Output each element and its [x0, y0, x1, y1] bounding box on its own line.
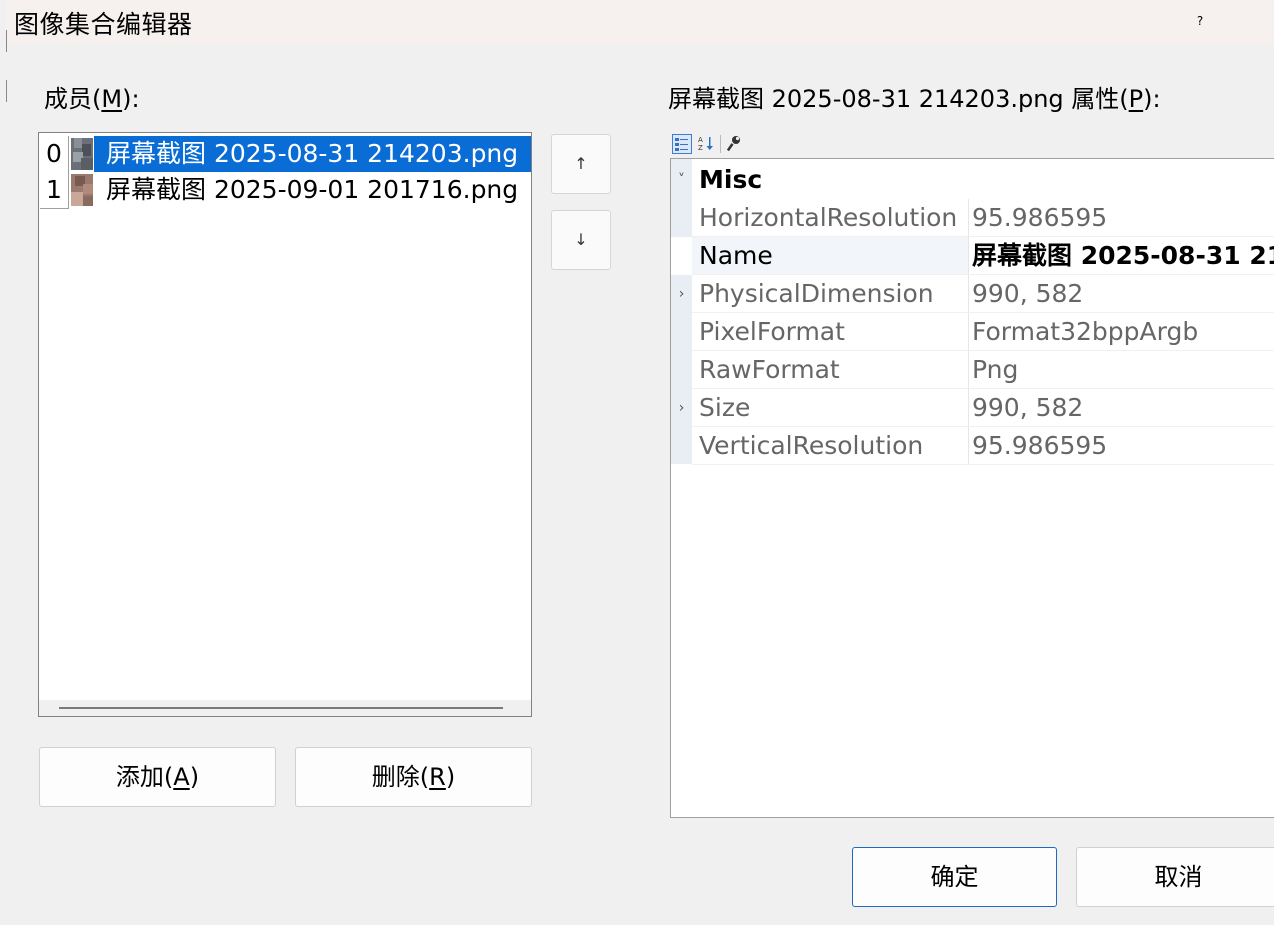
property-value[interactable]: 990, 582: [972, 275, 1083, 313]
property-name: VerticalResolution: [699, 431, 924, 460]
property-name: PixelFormat: [699, 317, 845, 346]
remove-button-accesskey: R: [429, 763, 446, 791]
item-name: 屏幕截图 2025-08-31 214203.png: [94, 136, 531, 172]
members-label-text: 成员(: [44, 85, 102, 113]
arrow-down-icon: ↓: [574, 230, 588, 249]
edge-artifact: [0, 30, 7, 52]
add-button-label: 添加(: [115, 763, 174, 791]
item-name: 屏幕截图 2025-09-01 201716.png: [106, 175, 519, 204]
property-value[interactable]: 95.986595: [972, 199, 1107, 237]
add-button[interactable]: 添加(A): [39, 747, 276, 807]
list-item[interactable]: 1 屏幕截图 2025-09-01 201716.png: [40, 172, 531, 210]
item-index: 1: [40, 172, 69, 209]
remove-button-label: 删除(: [371, 763, 430, 791]
arrow-up-icon: ↑: [574, 154, 588, 173]
properties-label-accesskey: P: [1128, 85, 1144, 113]
category-name: Misc: [699, 165, 763, 194]
add-button-suffix: ): [189, 763, 200, 791]
categorized-icon[interactable]: [672, 134, 692, 154]
column-divider: [968, 427, 969, 465]
property-name: Size: [699, 393, 751, 422]
property-row-physicaldimension[interactable]: › PhysicalDimension 990, 582: [671, 275, 1274, 313]
property-name: PhysicalDimension: [699, 279, 934, 308]
window-title: 图像集合编辑器: [14, 10, 193, 39]
property-grid[interactable]: ˅ Misc HorizontalResolution 95.986595 Na…: [670, 158, 1274, 818]
ok-button[interactable]: 确定: [852, 847, 1057, 907]
property-row-verticalresolution[interactable]: VerticalResolution 95.986595: [671, 427, 1274, 465]
property-value[interactable]: Format32bppArgb: [972, 313, 1198, 351]
svg-text:Z: Z: [698, 144, 703, 152]
property-value[interactable]: 屏幕截图 2025-08-31 214203.png: [972, 237, 1274, 275]
wrench-icon[interactable]: [724, 134, 744, 154]
cancel-button[interactable]: 取消: [1076, 847, 1274, 907]
properties-label: 屏幕截图 2025-08-31 214203.png 属性(P):: [668, 79, 1161, 114]
property-value[interactable]: 990, 582: [972, 389, 1083, 427]
property-row-size[interactable]: › Size 990, 582: [671, 389, 1274, 427]
property-row-pixelformat[interactable]: PixelFormat Format32bppArgb: [671, 313, 1274, 351]
properties-label-text: 屏幕截图 2025-08-31 214203.png 属性(: [668, 85, 1129, 113]
remove-button[interactable]: 删除(R): [295, 747, 532, 807]
column-divider: [968, 275, 969, 313]
column-divider: [968, 237, 969, 275]
members-listbox[interactable]: 0 屏幕截图 2025-08-31 214203.png 1 屏幕截图 2025…: [38, 132, 532, 717]
property-name: HorizontalResolution: [699, 203, 958, 232]
toolbar-separator: [720, 135, 721, 153]
list-item[interactable]: 0 屏幕截图 2025-08-31 214203.png: [40, 136, 531, 174]
property-name: Name: [699, 241, 773, 270]
property-row-rawformat[interactable]: RawFormat Png: [671, 351, 1274, 389]
collapse-chevron-icon[interactable]: ˅: [671, 161, 692, 199]
add-button-accesskey: A: [173, 763, 190, 791]
properties-label-suffix: ):: [1143, 85, 1161, 113]
svg-text:A: A: [698, 136, 703, 144]
row-divider: [692, 464, 1274, 465]
background-window-edge: [0, 0, 7, 925]
property-name: RawFormat: [699, 355, 840, 384]
category-row-misc[interactable]: ˅ Misc: [671, 161, 1274, 199]
property-row-name[interactable]: Name 屏幕截图 2025-08-31 214203.png: [671, 237, 1274, 275]
help-button[interactable]: ?: [1190, 10, 1210, 32]
image-collection-editor-dialog: 图像集合编辑器 ? 成员(M): 0 屏幕截图 2025-08-31 21420…: [0, 0, 1274, 925]
column-divider: [968, 389, 969, 427]
edge-artifact: [0, 80, 7, 102]
move-up-button[interactable]: ↑: [551, 134, 611, 194]
column-divider: [968, 351, 969, 389]
remove-button-suffix: ): [445, 763, 456, 791]
item-index: 0: [40, 136, 69, 173]
scrollbar-thumb[interactable]: [59, 707, 503, 709]
members-label-accesskey: M: [101, 85, 123, 113]
move-down-button[interactable]: ↓: [551, 210, 611, 270]
image-thumbnail: [71, 138, 93, 170]
image-thumbnail: [71, 174, 93, 206]
expand-chevron-icon[interactable]: ›: [671, 275, 692, 313]
property-value[interactable]: 95.986595: [972, 427, 1107, 465]
alphabetical-icon[interactable]: A Z: [696, 134, 716, 154]
property-value[interactable]: Png: [972, 351, 1018, 389]
members-label: 成员(M):: [44, 79, 140, 114]
horizontal-scrollbar[interactable]: [39, 700, 531, 716]
title-bar: 图像集合编辑器 ?: [0, 0, 1274, 44]
column-divider: [968, 313, 969, 351]
expand-chevron-icon[interactable]: ›: [671, 389, 692, 427]
property-grid-toolbar: A Z: [670, 133, 1274, 157]
column-divider: [968, 199, 969, 237]
property-row-horizontalresolution[interactable]: HorizontalResolution 95.986595: [671, 199, 1274, 237]
members-label-suffix: ):: [122, 85, 140, 113]
